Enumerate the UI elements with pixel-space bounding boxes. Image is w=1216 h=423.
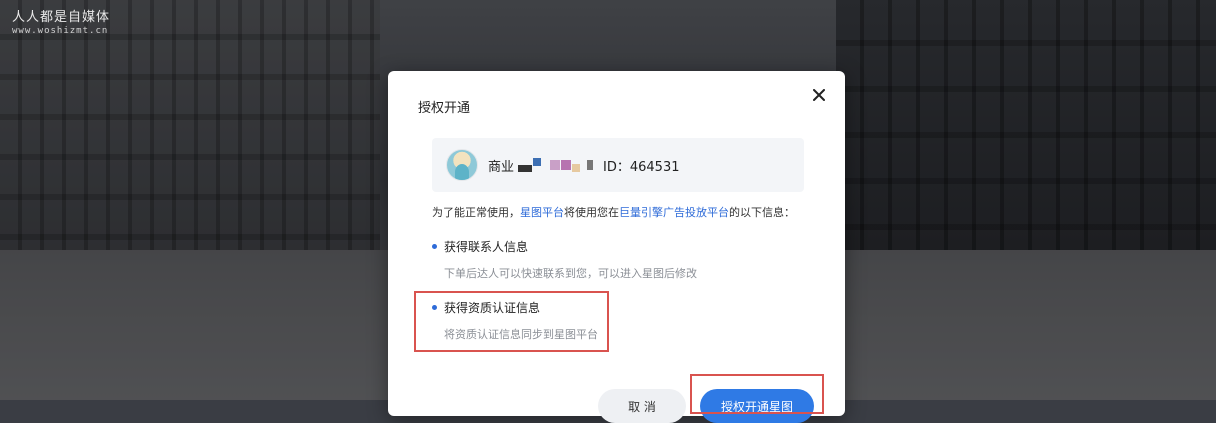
dialog-title: 授权开通 — [418, 101, 471, 116]
close-button[interactable] — [809, 85, 829, 105]
watermark: 人人都是自媒体 www.woshizmt.cn — [12, 6, 110, 36]
avatar — [446, 149, 478, 181]
permission-subtitle: 下单后达人可以快速联系到您，可以进入星图后修改 — [444, 267, 697, 280]
redacted-mosaic — [518, 158, 594, 172]
bullet-icon — [432, 244, 437, 249]
watermark-url: www.woshizmt.cn — [12, 26, 109, 36]
account-id: ID：464531 — [603, 159, 680, 175]
annotation-highlight-authorize — [690, 374, 824, 414]
watermark-title: 人人都是自媒体 — [12, 10, 111, 25]
account-card: 商业 ID：464531 — [432, 138, 804, 192]
description-prefix: 为了能正常使用， — [432, 206, 520, 219]
close-icon — [813, 89, 825, 101]
authorization-dialog: 授权开通 商业 ID：464531 为了能正常使用，星图平台将使用您在巨量引擎广… — [388, 71, 845, 423]
annotation-highlight-qualification — [414, 291, 609, 352]
permission-item-contact: 获得联系人信息 下单后达人可以快速联系到您，可以进入星图后修改 — [432, 238, 697, 281]
account-name: 商业 — [488, 159, 515, 175]
link-xingtu-platform[interactable]: 星图平台 — [520, 206, 564, 219]
authorization-description: 为了能正常使用，星图平台将使用您在巨量引擎广告投放平台的以下信息： — [432, 204, 795, 220]
description-suffix: 的以下信息： — [729, 206, 795, 219]
cancel-button[interactable]: 取 消 — [598, 389, 686, 423]
permission-title: 获得联系人信息 — [444, 240, 529, 254]
link-ocean-engine-platform[interactable]: 巨量引擎广告投放平台 — [619, 206, 729, 219]
description-middle: 将使用您在 — [564, 206, 619, 219]
